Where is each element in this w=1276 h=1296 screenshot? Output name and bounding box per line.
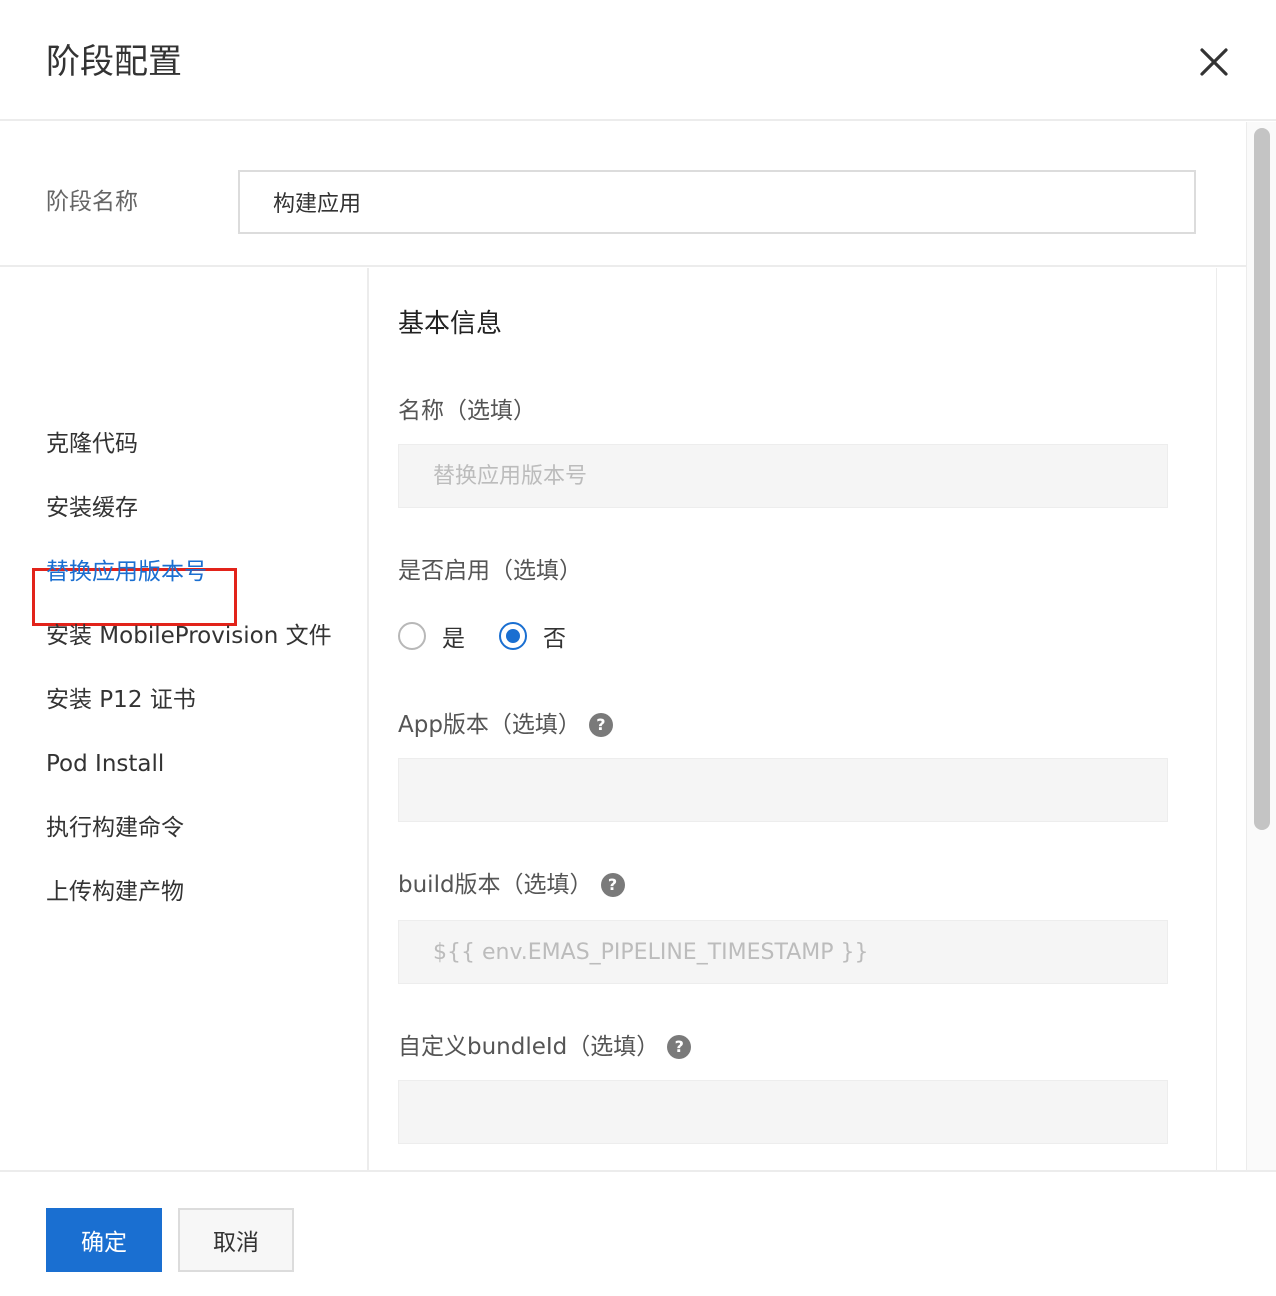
- dialog-body: 阶段名称 克隆代码 安装缓存 替换应用版本号 安装 MobileProvisio…: [0, 122, 1276, 1170]
- bundle-id-input[interactable]: [398, 1080, 1168, 1144]
- app-version-label: App版本（选填） ?: [398, 708, 613, 742]
- nav-item-install-p12[interactable]: 安装 P12 证书: [46, 680, 196, 720]
- confirm-button[interactable]: 确定: [46, 1208, 162, 1272]
- radio-yes-label: 是: [442, 626, 465, 652]
- radio-circle-yes[interactable]: [398, 622, 426, 650]
- nav-item-replace-version[interactable]: 替换应用版本号: [46, 552, 207, 592]
- app-version-label-text: App版本（选填）: [398, 712, 581, 738]
- dialog-header: 阶段配置: [0, 0, 1276, 121]
- step-config-panel: 基本信息 名称（选填） 是否启用（选填） 是 否 App版本（选填） ? bui…: [370, 268, 1216, 1170]
- name-input[interactable]: [398, 444, 1168, 508]
- cancel-button[interactable]: 取消: [178, 1208, 294, 1272]
- dialog-footer: 确定 取消: [0, 1170, 1276, 1296]
- name-label: 名称（选填）: [398, 394, 536, 428]
- stage-name-row: 阶段名称: [0, 122, 1246, 267]
- nav-item-install-cache[interactable]: 安装缓存: [46, 488, 138, 528]
- radio-circle-no[interactable]: [499, 622, 527, 650]
- enabled-radio-group: 是 否: [398, 618, 600, 654]
- dialog-scrollbar-thumb[interactable]: [1254, 128, 1270, 830]
- bundle-id-label-text: 自定义bundleId（选填）: [398, 1034, 660, 1060]
- bundle-id-label: 自定义bundleId（选填） ?: [398, 1030, 692, 1064]
- nav-item-upload-artifacts[interactable]: 上传构建产物: [46, 872, 184, 912]
- section-title: 基本信息: [398, 309, 503, 339]
- panel-scrollbar[interactable]: [1216, 268, 1246, 1170]
- close-icon: [1200, 48, 1228, 76]
- radio-no[interactable]: 否: [499, 619, 566, 653]
- app-version-input[interactable]: [398, 758, 1168, 822]
- close-button[interactable]: [1192, 40, 1236, 84]
- build-version-label: build版本（选填） ?: [398, 868, 625, 902]
- dialog-title: 阶段配置: [46, 42, 182, 82]
- stage-name-label: 阶段名称: [46, 189, 138, 215]
- build-version-input[interactable]: [398, 920, 1168, 984]
- enabled-label-text: 是否启用（选填）: [398, 558, 582, 584]
- stage-name-input[interactable]: [238, 170, 1196, 234]
- nav-item-clone-code[interactable]: 克隆代码: [46, 424, 138, 464]
- help-icon[interactable]: ?: [588, 713, 613, 737]
- nav-item-build-command[interactable]: 执行构建命令: [46, 808, 184, 848]
- name-label-text: 名称（选填）: [398, 398, 536, 424]
- step-nav: 克隆代码 安装缓存 替换应用版本号 安装 MobileProvision 文件 …: [0, 268, 369, 1170]
- nav-item-install-mobileprovision[interactable]: 安装 MobileProvision 文件: [46, 616, 332, 656]
- help-icon[interactable]: ?: [667, 1035, 692, 1059]
- enabled-label: 是否启用（选填）: [398, 554, 582, 588]
- nav-item-pod-install[interactable]: Pod Install: [46, 744, 164, 784]
- radio-yes[interactable]: 是: [398, 619, 465, 653]
- radio-no-label: 否: [543, 626, 566, 652]
- help-icon[interactable]: ?: [600, 873, 625, 897]
- build-version-label-text: build版本（选填）: [398, 872, 593, 898]
